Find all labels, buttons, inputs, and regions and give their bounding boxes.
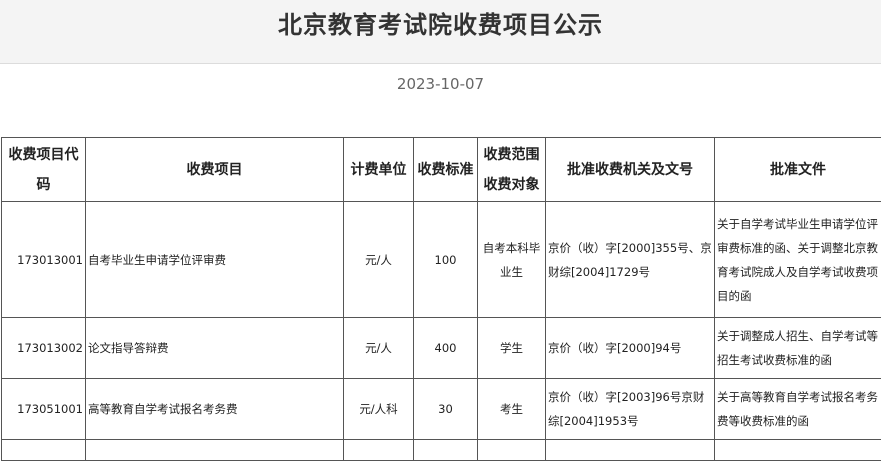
cell-standard: 400 <box>414 318 478 379</box>
cell-document: 关于调整成人招生、自学考试等招生考试收费标准的函 <box>715 318 881 379</box>
cell-authority: 京价（收）字[2000]94号 <box>546 318 715 379</box>
cell-empty <box>414 440 478 461</box>
table-row: 173051001 高等教育自学考试报名考务费 元/人科 30 考生 京价（收）… <box>2 379 881 440</box>
header-item: 收费项目 <box>86 138 344 202</box>
cell-standard: 100 <box>414 202 478 318</box>
publish-date: 2023-10-07 <box>0 74 881 94</box>
page-title: 北京教育考试院收费项目公示 <box>0 8 881 42</box>
cell-code: 173013002 <box>2 318 86 379</box>
cell-authority: 京价（收）字[2003]96号京财综[2004]1953号 <box>546 379 715 440</box>
header-document: 批准文件 <box>715 138 881 202</box>
cell-item: 自考毕业生申请学位评审费 <box>86 202 344 318</box>
fee-table: 收费项目代码 收费项目 计费单位 收费标准 收费范围收费对象 批准收费机关及文号… <box>1 137 881 461</box>
cell-unit: 元/人科 <box>344 379 414 440</box>
cell-unit: 元/人 <box>344 318 414 379</box>
cell-empty <box>344 440 414 461</box>
table-row: 173013001 自考毕业生申请学位评审费 元/人 100 自考本科毕业生 京… <box>2 202 881 318</box>
cell-item: 高等教育自学考试报名考务费 <box>86 379 344 440</box>
table-row: 173013002 论文指导答辩费 元/人 400 学生 京价（收）字[2000… <box>2 318 881 379</box>
cell-empty <box>715 440 881 461</box>
cell-document: 关于自学考试毕业生申请学位评审费标准的函、关于调整北京教育考试院成人及自学考试收… <box>715 202 881 318</box>
cell-scope: 学生 <box>478 318 546 379</box>
cell-empty <box>2 440 86 461</box>
table-row-partial <box>2 440 881 461</box>
cell-scope: 自考本科毕业生 <box>478 202 546 318</box>
cell-scope: 考生 <box>478 379 546 440</box>
header-code: 收费项目代码 <box>2 138 86 202</box>
header-authority: 批准收费机关及文号 <box>546 138 715 202</box>
cell-empty <box>86 440 344 461</box>
cell-code: 173051001 <box>2 379 86 440</box>
cell-code: 173013001 <box>2 202 86 318</box>
cell-standard: 30 <box>414 379 478 440</box>
header-standard: 收费标准 <box>414 138 478 202</box>
cell-empty <box>546 440 715 461</box>
table-header-row: 收费项目代码 收费项目 计费单位 收费标准 收费范围收费对象 批准收费机关及文号… <box>2 138 881 202</box>
cell-document: 关于高等教育自学考试报名考务费等收费标准的函 <box>715 379 881 440</box>
cell-unit: 元/人 <box>344 202 414 318</box>
header-unit: 计费单位 <box>344 138 414 202</box>
header-scope: 收费范围收费对象 <box>478 138 546 202</box>
header-bar: 北京教育考试院收费项目公示 <box>0 0 881 64</box>
cell-item: 论文指导答辩费 <box>86 318 344 379</box>
cell-empty <box>478 440 546 461</box>
cell-authority: 京价（收）字[2000]355号、京财综[2004]1729号 <box>546 202 715 318</box>
